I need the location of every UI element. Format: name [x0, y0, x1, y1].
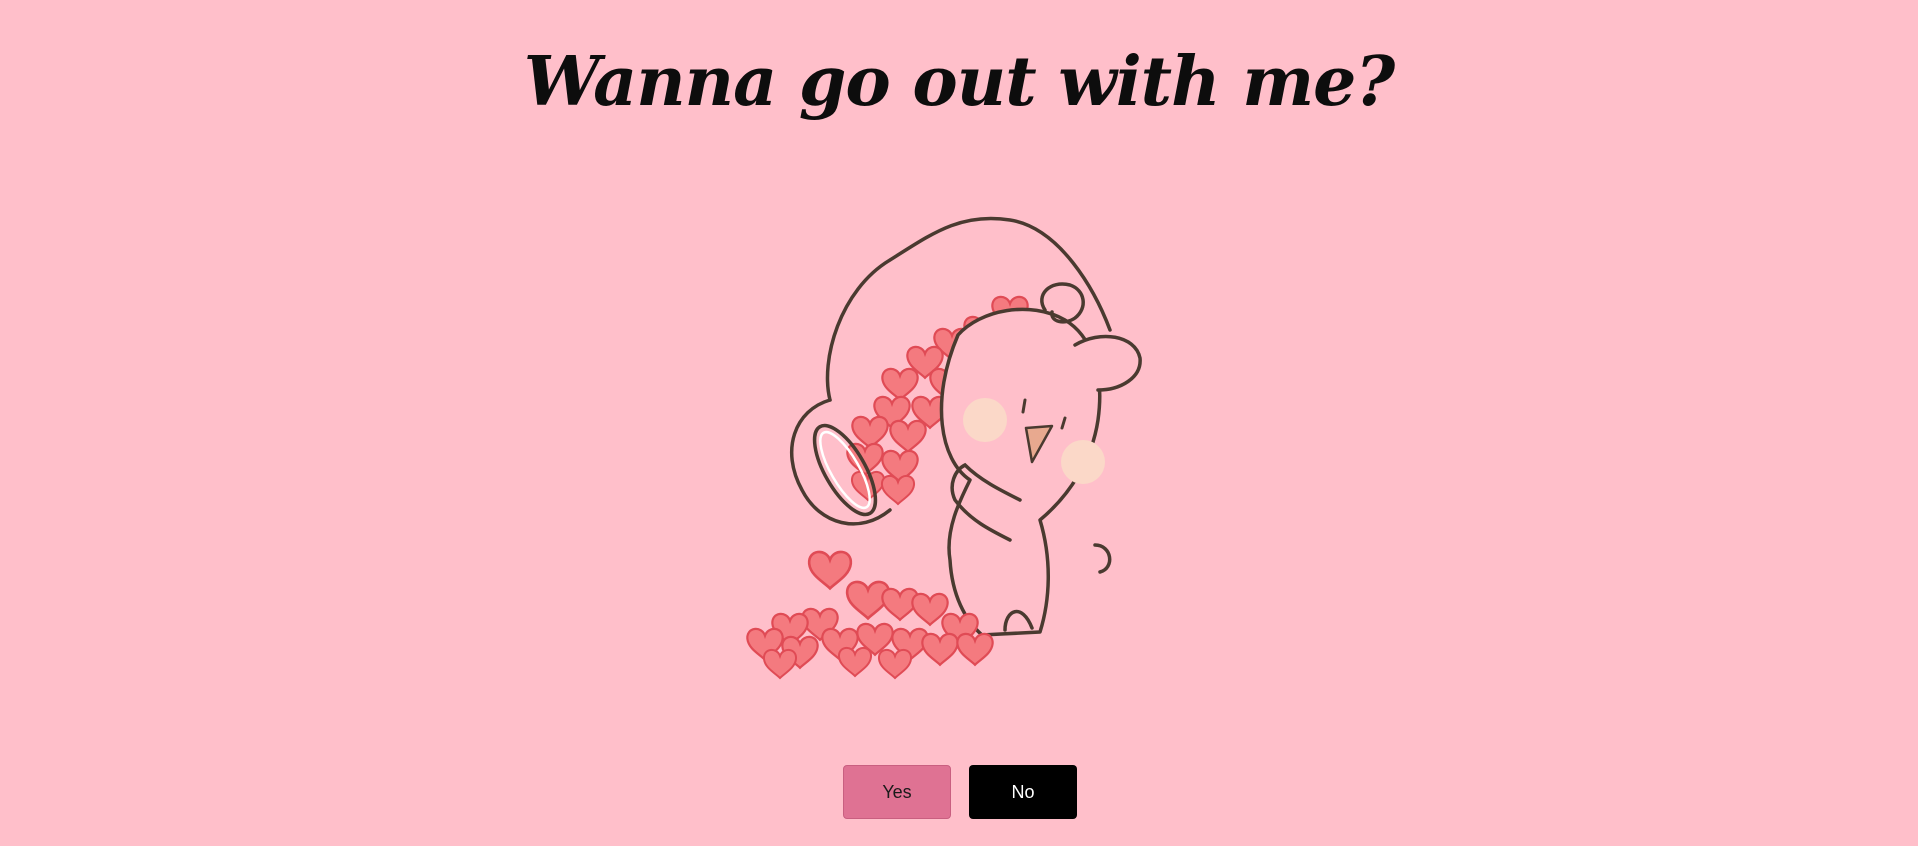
no-button[interactable]: No	[969, 765, 1077, 819]
blush-right	[1061, 440, 1105, 484]
page-title: Wanna go out with me?	[523, 42, 1396, 122]
yes-button[interactable]: Yes	[843, 765, 951, 819]
blush-left	[963, 398, 1007, 442]
bunny-hearts-illustration	[720, 200, 1200, 680]
